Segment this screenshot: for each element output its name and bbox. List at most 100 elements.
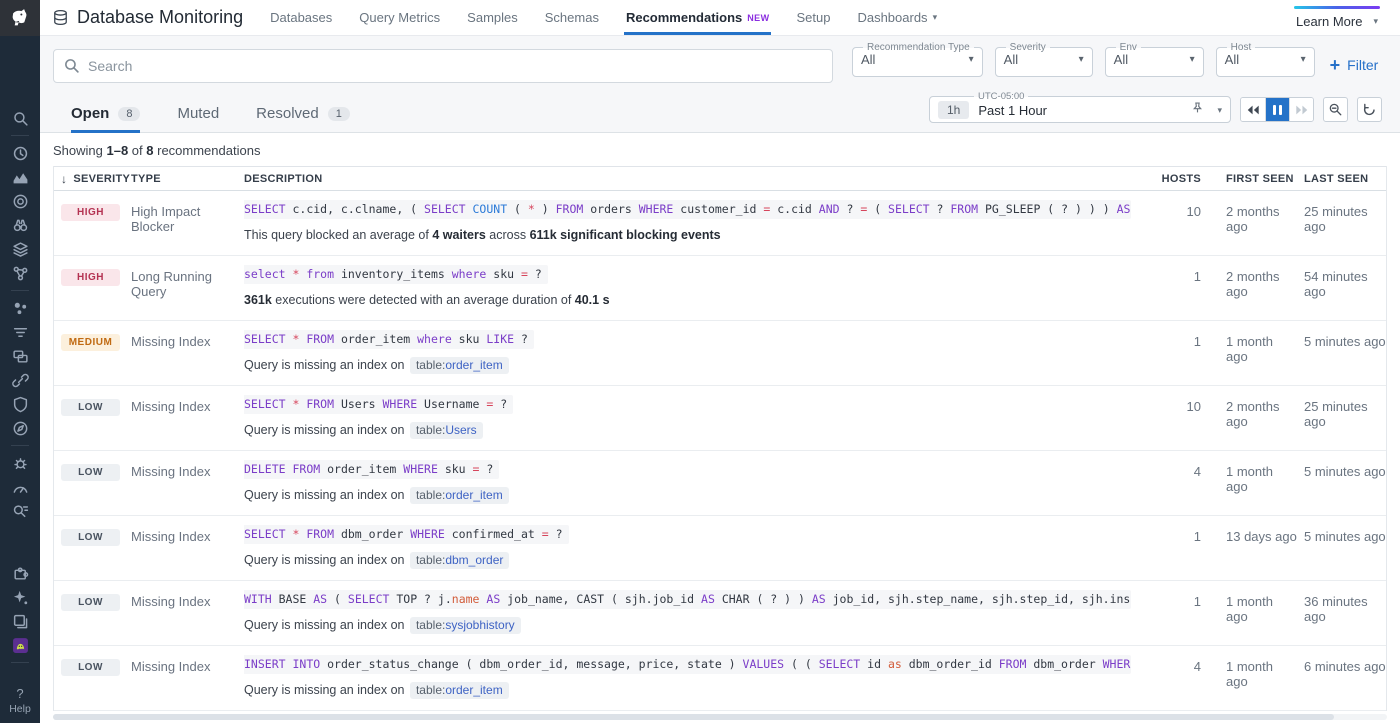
plus-icon: + <box>1330 56 1341 74</box>
nav-dashboards[interactable]: Dashboards▾ <box>857 0 937 35</box>
nav-databases[interactable]: Databases <box>270 0 332 35</box>
tab-count-badge: 8 <box>118 107 140 121</box>
table-tag[interactable]: table:order_item <box>410 357 509 374</box>
summary-text: Showing 1–8 of 8 recommendations <box>53 143 1387 158</box>
sql-snippet[interactable]: SELECT * FROM dbm_order WHERE confirmed_… <box>244 525 569 544</box>
nav-recommendations[interactable]: RecommendationsNEW <box>626 0 770 35</box>
recommendation-row[interactable]: HIGHLong Running Queryselect * from inve… <box>54 256 1386 321</box>
recommendation-type: Missing Index <box>131 516 244 580</box>
security-shield-icon[interactable] <box>0 392 40 416</box>
table-tag[interactable]: table:Users <box>410 422 483 439</box>
column-header-last-seen[interactable]: LAST SEEN <box>1298 173 1386 185</box>
severity-badge: MEDIUM <box>61 334 120 351</box>
processes-dots-icon[interactable] <box>0 296 40 320</box>
search-icon <box>63 57 80 79</box>
refresh-button[interactable] <box>1357 97 1382 122</box>
tab-resolved[interactable]: Resolved1 <box>256 105 350 133</box>
nav-samples[interactable]: Samples <box>467 0 518 35</box>
column-header-description[interactable]: DESCRIPTION <box>244 173 1149 185</box>
ci-target-icon[interactable] <box>0 189 40 213</box>
log-search-icon[interactable] <box>0 499 40 523</box>
column-header-hosts[interactable]: HOSTS <box>1149 173 1201 185</box>
column-header-first-seen[interactable]: FIRST SEEN <box>1201 173 1298 185</box>
integrations-puzzle-icon[interactable] <box>0 561 40 585</box>
nav-schemas[interactable]: Schemas <box>545 0 599 35</box>
sql-snippet[interactable]: DELETE FROM order_item WHERE sku = ? <box>244 460 499 479</box>
fast-forward-button[interactable] <box>1289 98 1313 121</box>
add-filter-label: Filter <box>1347 57 1378 73</box>
search-input[interactable] <box>53 49 833 83</box>
top-bar: Database Monitoring DatabasesQuery Metri… <box>40 0 1400 36</box>
zoom-out-button[interactable] <box>1323 97 1348 122</box>
sql-snippet[interactable]: INSERT INTO order_status_change ( dbm_or… <box>244 655 1131 674</box>
recommendation-row[interactable]: MEDIUM Missing IndexSELECT * FROM order_i… <box>54 321 1386 386</box>
recommendation-row[interactable]: LOWMissing IndexWITH BASE AS ( SELECT TO… <box>54 581 1386 646</box>
filter-severity[interactable]: SeverityAll▾ <box>995 42 1093 77</box>
error-tracking-bug-icon[interactable] <box>0 451 40 475</box>
first-seen: 1 month ago <box>1201 451 1298 515</box>
history-icon[interactable] <box>0 141 40 165</box>
performance-gauge-icon[interactable] <box>0 475 40 499</box>
recommendation-row[interactable]: HIGHHigh Impact BlockerSELECT c.cid, c.c… <box>54 191 1386 256</box>
rum-windows-icon[interactable] <box>0 344 40 368</box>
learn-more-button[interactable]: Learn More ▾ <box>1294 6 1380 29</box>
ai-sparkles-icon[interactable] <box>0 585 40 609</box>
tab-muted[interactable]: Muted <box>177 105 219 133</box>
filter-bar: Recommendation TypeAll▾ SeverityAll▾ EnvAl… <box>40 36 1400 133</box>
datadog-logo[interactable] <box>0 0 40 36</box>
bits-game-icon[interactable] <box>0 633 40 657</box>
recommendation-description: Query is missing an index on table:order… <box>244 358 1137 372</box>
log-pipeline-filter-icon[interactable] <box>0 320 40 344</box>
add-filter-button[interactable]: + Filter <box>1330 56 1379 74</box>
pin-icon[interactable] <box>1191 101 1204 119</box>
recommendation-description: Query is missing an index on table:Users <box>244 423 1137 437</box>
recommendation-row[interactable]: LOWMissing IndexDELETE FROM order_item W… <box>54 451 1386 516</box>
column-header-severity[interactable]: ↓ SEVERITY <box>54 172 131 186</box>
watchdog-binoculars-icon[interactable] <box>0 213 40 237</box>
nav-query-metrics[interactable]: Query Metrics <box>359 0 440 35</box>
table-tag[interactable]: table:dbm_order <box>410 552 509 569</box>
first-seen: 1 month ago <box>1201 321 1298 385</box>
filter-recommendation-type[interactable]: Recommendation TypeAll▾ <box>852 42 983 77</box>
apm-service-map-icon[interactable] <box>0 261 40 285</box>
sql-snippet[interactable]: select * from inventory_items where sku … <box>244 265 548 284</box>
hosts-count: 4 <box>1149 451 1201 515</box>
help-icon: ? <box>0 686 40 701</box>
table-tag[interactable]: table:sysjobhistory <box>410 617 521 634</box>
serverless-compass-icon[interactable] <box>0 416 40 440</box>
horizontal-scrollbar[interactable] <box>53 714 1387 720</box>
first-seen: 13 days ago <box>1201 516 1298 580</box>
search-icon[interactable] <box>0 106 40 130</box>
top-nav: Databases Query Metrics Samples Schemas Reco… <box>270 0 937 35</box>
recommendation-type: Missing Index <box>131 321 244 385</box>
recommendation-row[interactable]: LOWMissing IndexSELECT * FROM dbm_order … <box>54 516 1386 581</box>
help-button[interactable]: ? Help <box>0 686 40 723</box>
tab-open[interactable]: Open8 <box>71 105 140 133</box>
time-range-chip[interactable]: 1h <box>938 101 969 119</box>
sql-snippet[interactable]: SELECT * FROM Users WHERE Username = ? <box>244 395 513 414</box>
column-header-type[interactable]: TYPE <box>131 173 244 185</box>
rewind-button[interactable] <box>1241 98 1265 121</box>
app-sidebar: ? Help <box>0 0 40 723</box>
recommendation-row[interactable]: LOWMissing IndexSELECT * FROM Users WHER… <box>54 386 1386 451</box>
table-tag[interactable]: table:order_item <box>410 487 509 504</box>
recommendation-row[interactable]: LOWMissing IndexINSERT INTO order_status… <box>54 646 1386 711</box>
workflow-copy-icon[interactable] <box>0 609 40 633</box>
table-tag[interactable]: table:order_item <box>410 682 509 699</box>
sql-snippet[interactable]: WITH BASE AS ( SELECT TOP ? j.name AS jo… <box>244 590 1131 609</box>
recommendations-content: Showing 1–8 of 8 recommendations ↓ SEVER… <box>40 133 1400 723</box>
sql-snippet[interactable]: SELECT * FROM order_item where sku LIKE … <box>244 330 534 349</box>
filter-host[interactable]: HostAll▾ <box>1216 42 1315 77</box>
chevron-down-icon[interactable]: ▾ <box>1217 105 1222 116</box>
scrollbar-thumb[interactable] <box>53 714 1334 720</box>
last-seen: 5 minutes ago <box>1298 321 1386 385</box>
filter-env[interactable]: EnvAll▾ <box>1105 42 1204 77</box>
time-range-picker[interactable]: UTC-05:00 1h Past 1 Hour ▾ <box>929 91 1231 123</box>
nav-setup[interactable]: Setup <box>796 0 830 35</box>
metrics-chart-icon[interactable] <box>0 165 40 189</box>
pause-button[interactable] <box>1265 98 1289 121</box>
first-seen: 2 months ago <box>1201 191 1298 255</box>
infrastructure-layers-icon[interactable] <box>0 237 40 261</box>
sql-snippet[interactable]: SELECT c.cid, c.clname, ( SELECT COUNT (… <box>244 200 1131 219</box>
synthetics-link-icon[interactable] <box>0 368 40 392</box>
